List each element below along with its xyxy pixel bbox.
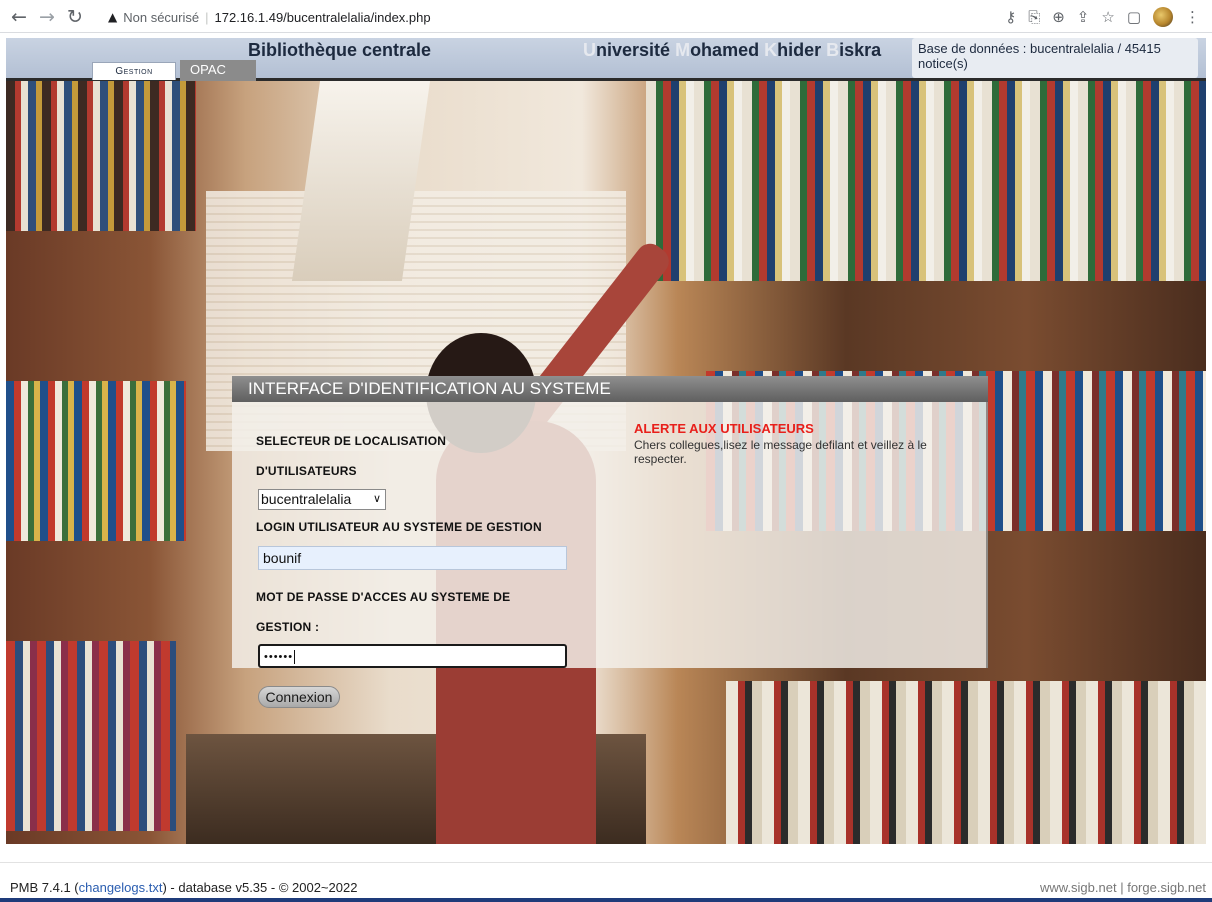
footer-version: PMB 7.4.1 (changelogs.txt) - database v5… [10, 880, 358, 895]
database-info: Base de données : bucentralelalia / 4541… [912, 38, 1198, 78]
warning-triangle-icon: ▲ [108, 10, 118, 24]
login-label: LOGIN UTILISATEUR AU SYSTEME DE GESTION [256, 520, 542, 534]
footer-divider [0, 862, 1212, 863]
tab-gestion[interactable]: Gestion [92, 62, 176, 80]
password-input[interactable]: •••••• [258, 644, 567, 668]
login-panel-title: INTERFACE D'IDENTIFICATION AU SYSTEME [232, 376, 988, 402]
location-selector-label: SELECTEUR DE LOCALISATION [256, 434, 447, 448]
menu-kebab-icon[interactable]: ⋮ [1185, 8, 1200, 26]
chevron-down-icon: ∨ [372, 493, 381, 505]
address-bar[interactable]: ▲ Non sécurisé | 172.16.1.49/bucentralel… [108, 4, 431, 30]
login-input[interactable]: bounif [258, 546, 567, 570]
left-bookshelf [6, 81, 196, 844]
location-select[interactable]: bucentralelalia ∨ [258, 489, 386, 510]
forward-arrow-icon[interactable]: → [34, 4, 60, 30]
password-label: MOT DE PASSE D'ACCES AU SYSTEME DE [256, 590, 511, 604]
key-icon[interactable]: ⚷ [1005, 8, 1016, 26]
address-separator: | [205, 9, 209, 25]
footer-links: www.sigb.net | forge.sigb.net [1039, 880, 1206, 895]
side-panel-icon[interactable]: ▢ [1127, 8, 1141, 26]
password-label-line2: GESTION : [256, 620, 320, 634]
alert-message: Chers collegues,lisez le message defilan… [634, 438, 927, 466]
changelog-link[interactable]: changelogs.txt [79, 880, 163, 895]
password-mask: •••••• [264, 651, 294, 663]
zoom-icon[interactable]: ⊕ [1052, 8, 1065, 26]
forge-link[interactable]: forge.sigb.net [1127, 880, 1206, 895]
text-caret [294, 650, 296, 665]
location-select-value: bucentralelalia [261, 491, 352, 507]
url-text[interactable]: 172.16.1.49/bucentralelalia/index.php [215, 10, 431, 25]
back-arrow-icon[interactable]: ← [6, 4, 32, 30]
share-icon[interactable]: ⇪ [1077, 8, 1090, 26]
bookmark-star-icon[interactable]: ☆ [1101, 8, 1114, 26]
tab-opac[interactable]: OPAC [180, 60, 256, 81]
browser-toolbar: ← → ↻ ▲ Non sécurisé | 172.16.1.49/bucen… [0, 0, 1212, 33]
reload-icon[interactable]: ↻ [62, 4, 88, 30]
library-title: Bibliothèque centrale [248, 40, 432, 60]
profile-avatar-icon[interactable] [1153, 7, 1173, 27]
translate-icon[interactable]: ⎘ [1028, 8, 1040, 26]
connexion-button[interactable]: Connexion [258, 686, 340, 708]
os-taskbar [0, 898, 1212, 902]
alert-title: ALERTE AUX UTILISATEURS [634, 421, 814, 436]
location-selector-label-line2: D'UTILISATEURS [256, 464, 357, 478]
security-status[interactable]: Non sécurisé [123, 10, 199, 25]
university-title: Université Mohamed Khider Biskra [583, 40, 882, 60]
sigb-link[interactable]: www.sigb.net [1040, 880, 1117, 895]
